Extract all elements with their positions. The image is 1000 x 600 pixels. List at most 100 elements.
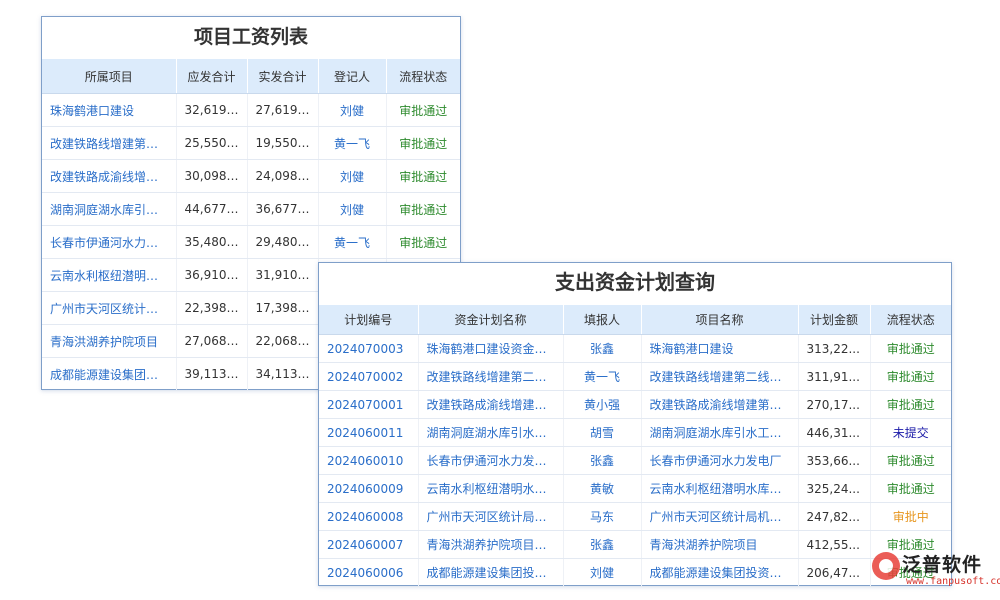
col-header-project-name[interactable]: 项目名称 <box>640 305 798 335</box>
project-name-link[interactable]: 云南水利枢纽潜明水库一期 <box>640 474 798 503</box>
project-link[interactable]: 长春市伊通河水力发... <box>42 225 176 259</box>
plan-name-link[interactable]: 长春市伊通河水力发电厂 <box>417 446 563 475</box>
plan-code-link[interactable]: 2024070003 <box>319 334 418 363</box>
actual-amount: 29,480.00 <box>246 225 318 259</box>
col-header-plan-code[interactable]: 计划编号 <box>319 305 418 335</box>
project-name-link[interactable]: 改建铁路成渝线增建第二线 <box>640 390 798 419</box>
col-header-amount[interactable]: 计划金额 <box>797 305 870 335</box>
plan-amount: 206,47... <box>797 558 870 587</box>
project-link[interactable]: 改建铁路成渝线增建... <box>42 159 176 193</box>
project-link[interactable]: 青海洪湖养护院项目 <box>42 324 176 358</box>
project-name-link[interactable]: 成都能源建设集团投资有限 <box>640 558 798 587</box>
col-header-payable[interactable]: 应发合计 <box>175 59 247 94</box>
plan-name-link[interactable]: 青海洪湖养护院项目资金 <box>417 530 563 559</box>
project-link[interactable]: 珠海鹤港口建设 <box>42 93 176 127</box>
col-header-plan-status[interactable]: 流程状态 <box>869 305 951 335</box>
payable-amount: 36,910.00 <box>175 258 247 292</box>
actual-amount: 17,398.00 <box>246 291 318 325</box>
status-badge: 审批通过 <box>869 362 951 391</box>
col-header-plan-name[interactable]: 资金计划名称 <box>417 305 563 335</box>
table-row[interactable]: 湖南洞庭湖水库引水... 44,677.00 36,677.00 刘健 审批通过 <box>42 192 460 226</box>
table-row[interactable]: 改建铁路成渝线增建... 30,098.00 24,098.00 刘健 审批通过 <box>42 159 460 193</box>
plan-code-link[interactable]: 2024060009 <box>319 474 418 503</box>
plan-code-link[interactable]: 2024070001 <box>319 390 418 419</box>
plan-amount: 412,55... <box>797 530 870 559</box>
plan-amount: 313,22... <box>797 334 870 363</box>
plan-amount: 270,17... <box>797 390 870 419</box>
plan-name-link[interactable]: 成都能源建设集团投资有 <box>417 558 563 587</box>
col-header-status[interactable]: 流程状态 <box>385 59 460 94</box>
table-row[interactable]: 珠海鹤港口建设 32,619.00 27,619.00 刘健 审批通过 <box>42 93 460 127</box>
project-name-link[interactable]: 湖南洞庭湖水库引水工程施工 <box>640 418 798 447</box>
reporter: 张鑫 <box>562 334 641 363</box>
project-link[interactable]: 广州市天河区统计局... <box>42 291 176 325</box>
actual-amount: 24,098.00 <box>246 159 318 193</box>
plan-name-link[interactable]: 云南水利枢纽潜明水库一期 <box>417 474 563 503</box>
col-header-reporter[interactable]: 填报人 <box>562 305 641 335</box>
col-header-registrar[interactable]: 登记人 <box>317 59 386 94</box>
table-row[interactable]: 2024070002 改建铁路线增建第二线直通 黄一飞 改建铁路线增建第二线直通 311… <box>319 362 951 391</box>
status-badge: 审批中 <box>869 502 951 531</box>
plan-code-link[interactable]: 2024070002 <box>319 362 418 391</box>
reporter: 张鑫 <box>562 446 641 475</box>
plan-code-link[interactable]: 2024060010 <box>319 446 418 475</box>
table-row[interactable]: 2024060009 云南水利枢纽潜明水库一期 黄敏 云南水利枢纽潜明水库一期 325,… <box>319 474 951 503</box>
table-row[interactable]: 2024060007 青海洪湖养护院项目资金 张鑫 青海洪湖养护院项目 412,55..… <box>319 530 951 559</box>
plan-panel-title: 支出资金计划查询 <box>319 263 951 305</box>
registrar: 刘健 <box>317 192 386 226</box>
reporter: 刘健 <box>562 558 641 587</box>
table-row[interactable]: 长春市伊通河水力发... 35,480.00 29,480.00 黄一飞 审批通过 <box>42 225 460 259</box>
actual-amount: 34,113.00 <box>246 357 318 391</box>
plan-name-link[interactable]: 广州市天河区统计局机房 <box>417 502 563 531</box>
status-badge: 审批通过 <box>869 558 951 587</box>
plan-name-link[interactable]: 改建铁路成渝线增建第二线 <box>417 390 563 419</box>
table-row[interactable]: 2024070003 珠海鹤港口建设资金计划 张鑫 珠海鹤港口建设 313,22... 审… <box>319 334 951 363</box>
plan-name-link[interactable]: 珠海鹤港口建设资金计划 <box>417 334 563 363</box>
plan-table: 计划编号 资金计划名称 填报人 项目名称 计划金额 流程状态 202407000… <box>319 305 951 587</box>
status-badge: 未提交 <box>869 418 951 447</box>
registrar: 黄一飞 <box>317 225 386 259</box>
plan-name-link[interactable]: 湖南洞庭湖水库引水工程 <box>417 418 563 447</box>
payable-amount: 35,480.00 <box>175 225 247 259</box>
payable-amount: 30,098.00 <box>175 159 247 193</box>
project-name-link[interactable]: 珠海鹤港口建设 <box>640 334 798 363</box>
payable-amount: 22,398.00 <box>175 291 247 325</box>
payable-amount: 39,113.00 <box>175 357 247 391</box>
table-row[interactable]: 改建铁路线增建第二... 25,550.00 19,550.00 黄一飞 审批通过 <box>42 126 460 160</box>
project-link[interactable]: 湖南洞庭湖水库引水... <box>42 192 176 226</box>
table-row[interactable]: 2024070001 改建铁路成渝线增建第二线 黄小强 改建铁路成渝线增建第二线 270… <box>319 390 951 419</box>
table-row[interactable]: 2024060006 成都能源建设集团投资有 刘健 成都能源建设集团投资有限 206,4… <box>319 558 951 587</box>
project-link[interactable]: 云南水利枢纽潜明水... <box>42 258 176 292</box>
payable-amount: 32,619.00 <box>175 93 247 127</box>
project-name-link[interactable]: 青海洪湖养护院项目 <box>640 530 798 559</box>
status-badge: 审批通过 <box>869 530 951 559</box>
project-link[interactable]: 改建铁路线增建第二... <box>42 126 176 160</box>
plan-amount: 446,31... <box>797 418 870 447</box>
project-name-link[interactable]: 长春市伊通河水力发电厂 <box>640 446 798 475</box>
table-row[interactable]: 2024060011 湖南洞庭湖水库引水工程 胡雪 湖南洞庭湖水库引水工程施工 446,… <box>319 418 951 447</box>
plan-code-link[interactable]: 2024060008 <box>319 502 418 531</box>
plan-code-link[interactable]: 2024060007 <box>319 530 418 559</box>
actual-amount: 19,550.00 <box>246 126 318 160</box>
plan-code-link[interactable]: 2024060011 <box>319 418 418 447</box>
salary-panel-title: 项目工资列表 <box>42 17 460 59</box>
status-badge: 审批通过 <box>385 192 460 226</box>
registrar: 刘健 <box>317 159 386 193</box>
col-header-actual[interactable]: 实发合计 <box>246 59 318 94</box>
reporter: 黄小强 <box>562 390 641 419</box>
table-row[interactable]: 2024060010 长春市伊通河水力发电厂 张鑫 长春市伊通河水力发电厂 353,66… <box>319 446 951 475</box>
registrar: 黄一飞 <box>317 126 386 160</box>
status-badge: 审批通过 <box>385 126 460 160</box>
salary-table-header: 所属项目 应发合计 实发合计 登记人 流程状态 <box>42 59 460 94</box>
project-link[interactable]: 成都能源建设集团投... <box>42 357 176 391</box>
plan-code-link[interactable]: 2024060006 <box>319 558 418 587</box>
table-row[interactable]: 2024060008 广州市天河区统计局机房 马东 广州市天河区统计局机房改造 247,… <box>319 502 951 531</box>
plan-name-link[interactable]: 改建铁路线增建第二线直通 <box>417 362 563 391</box>
project-name-link[interactable]: 广州市天河区统计局机房改造 <box>640 502 798 531</box>
plan-amount: 247,82... <box>797 502 870 531</box>
reporter: 胡雪 <box>562 418 641 447</box>
reporter: 黄敏 <box>562 474 641 503</box>
col-header-project[interactable]: 所属项目 <box>42 59 176 94</box>
project-name-link[interactable]: 改建铁路线增建第二线直通 <box>640 362 798 391</box>
registrar: 刘健 <box>317 93 386 127</box>
